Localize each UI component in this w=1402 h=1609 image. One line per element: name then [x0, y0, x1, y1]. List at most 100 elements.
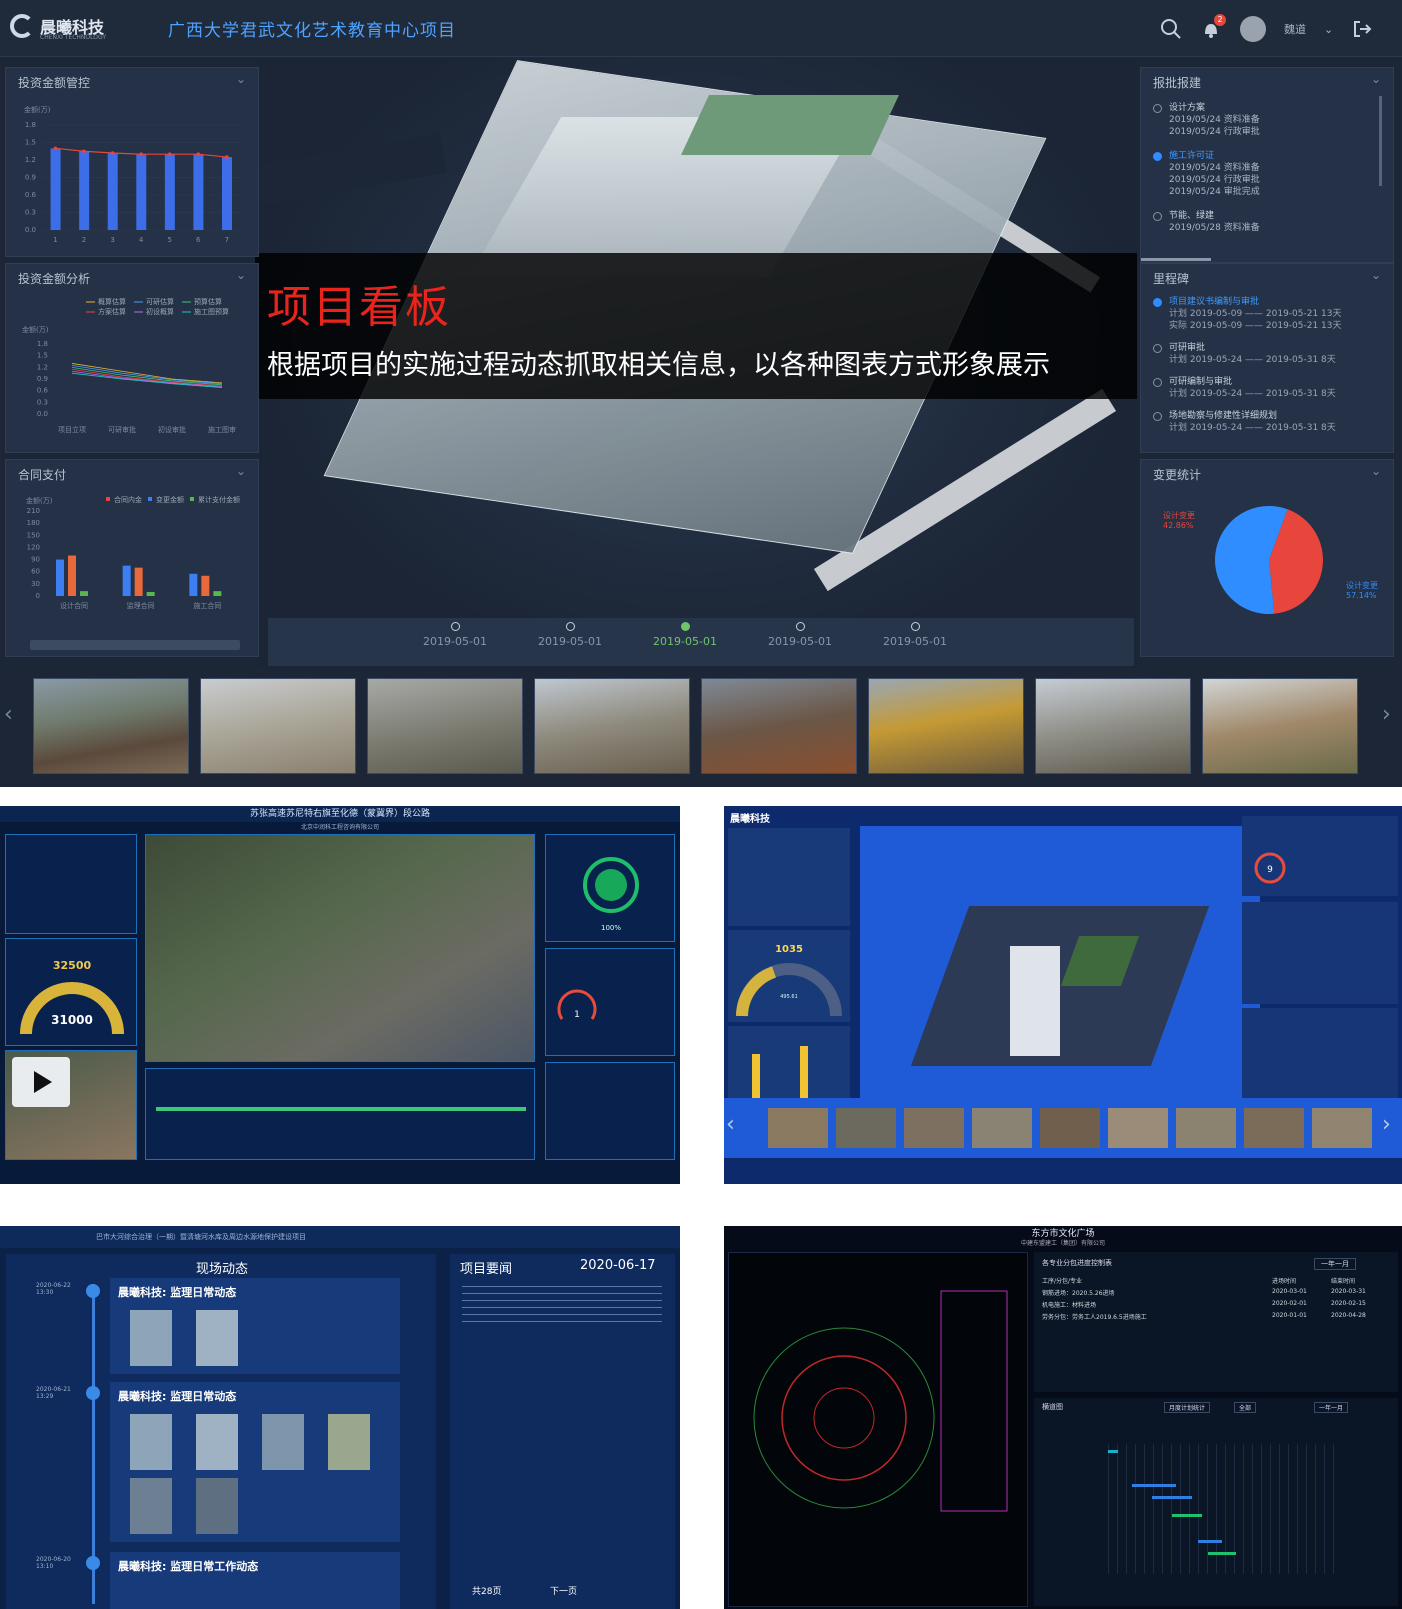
milestone-title: 可研审批	[1169, 343, 1206, 353]
news-entry[interactable]: 晨曦科技: 监理日常工作动态	[110, 1552, 400, 1609]
approval-item-title: 施工许可证	[1169, 151, 1215, 161]
milestone-box	[1242, 902, 1398, 1004]
chart-scrollbar[interactable]	[30, 640, 240, 650]
site-photo[interactable]	[367, 678, 523, 774]
timeline-date[interactable]: 2019-05-01	[525, 622, 615, 648]
site-photo[interactable]	[701, 678, 857, 774]
change-stats-panel: 变更统计 ⌄ 设计变更 42.86% 设计变更 57.14%	[1140, 459, 1394, 657]
entry-photo[interactable]	[196, 1414, 238, 1470]
site-photo[interactable]	[768, 1108, 828, 1148]
legend-label: 方案估算	[98, 307, 126, 316]
notification-bell-icon[interactable]: 2	[1200, 14, 1226, 40]
entry-photo[interactable]	[262, 1414, 304, 1470]
tick-label: 0	[36, 592, 40, 600]
table-cell: 2020-03-01	[1272, 1288, 1307, 1295]
legend-swatch	[106, 497, 110, 501]
gantt-period-select[interactable]: 一年一月	[1314, 1402, 1349, 1413]
chevron-down-icon[interactable]: ⌄	[236, 72, 246, 86]
chevron-down-icon[interactable]: ⌄	[1371, 268, 1381, 282]
timeline-date[interactable]: 2019-05-01	[640, 622, 730, 648]
approval-item[interactable]: 设计方案 2019/05/24 资料准备 2019/05/24 行政审批	[1153, 102, 1260, 138]
milestone-item[interactable]: 可研审批 计划 2019-05-24 —— 2019-05-31 8天	[1153, 342, 1336, 366]
notification-badge: 2	[1214, 14, 1226, 26]
search-icon[interactable]	[1160, 18, 1182, 40]
period-select[interactable]: 一年一月	[1314, 1258, 1356, 1270]
category-label: 监理合同	[127, 601, 155, 610]
chevron-down-icon[interactable]: ⌄	[236, 464, 246, 478]
entry-photo[interactable]	[130, 1310, 172, 1366]
news-entry[interactable]: 晨曦科技: 监理日常动态	[110, 1278, 400, 1374]
aerial-map[interactable]	[145, 834, 535, 1062]
entry-photo[interactable]	[196, 1310, 238, 1366]
date-timeline: 2019-05-01 2019-05-01 2019-05-01 2019-05-01…	[268, 618, 1134, 666]
approval-item[interactable]: 施工许可证 2019/05/24 资料准备 2019/05/24 行政审批 2019/…	[1153, 150, 1260, 198]
chevron-down-icon[interactable]: ⌄	[236, 268, 246, 282]
chevron-down-icon[interactable]: ⌄	[1324, 23, 1333, 36]
entry-photo[interactable]	[130, 1478, 172, 1534]
entry-time: 2020-06-21 13:29	[36, 1386, 71, 1400]
site-photo[interactable]	[33, 678, 189, 774]
logout-icon[interactable]	[1351, 18, 1373, 40]
user-name[interactable]: 魏道	[1284, 21, 1306, 37]
approval-item[interactable]: 节能、绿建 2019/05/28 资料准备	[1153, 210, 1260, 234]
avatar[interactable]	[1240, 16, 1266, 42]
category-label: 5	[167, 236, 171, 244]
status-dot	[1153, 298, 1162, 307]
next-page-button[interactable]: 下一页	[550, 1584, 577, 1597]
brand-logo[interactable]: 晨曦科技 CHENXI TECHNOLOGY	[10, 14, 106, 41]
news-panel: 项目要闻 2020-06-17 共28页 下一页	[450, 1254, 675, 1609]
floor-plan-view[interactable]	[728, 1252, 1028, 1607]
video-box[interactable]	[5, 1050, 137, 1160]
bar	[56, 559, 64, 596]
status-dot	[1153, 344, 1162, 353]
milestone-item[interactable]: 可研编制与审批 计划 2019-05-24 —— 2019-05-31 8天	[1153, 376, 1336, 400]
site-photo[interactable]	[1108, 1108, 1168, 1148]
chevron-down-icon[interactable]: ⌄	[1371, 72, 1381, 86]
next-arrow-icon[interactable]: ›	[1382, 1112, 1391, 1137]
prev-arrow-icon[interactable]: ‹	[4, 702, 13, 727]
timeline-date[interactable]: 2019-05-01	[870, 622, 960, 648]
entry-photo[interactable]	[196, 1478, 238, 1534]
site-photo[interactable]	[1244, 1108, 1304, 1148]
city-model-view[interactable]	[860, 826, 1260, 1116]
site-photo[interactable]	[1176, 1108, 1236, 1148]
table-cell: 2020-03-31	[1331, 1288, 1366, 1295]
tick-label: 0.3	[25, 209, 36, 217]
site-photo[interactable]	[904, 1108, 964, 1148]
site-photo[interactable]	[1312, 1108, 1372, 1148]
status-dot	[1153, 378, 1162, 387]
milestone-item[interactable]: 场地勘察与修建性详细规划 计划 2019-05-24 —— 2019-05-31 …	[1153, 410, 1336, 434]
timeline-date[interactable]: 2019-05-01	[410, 622, 500, 648]
site-photo[interactable]	[868, 678, 1024, 774]
site-photo[interactable]	[1202, 678, 1358, 774]
timeline-dot	[86, 1284, 100, 1298]
tick-label: 0.3	[37, 398, 48, 406]
timeline-date[interactable]: 2019-05-01	[755, 622, 845, 648]
play-video-icon[interactable]	[12, 1057, 70, 1107]
scrollbar[interactable]	[1379, 96, 1382, 186]
milestone-item[interactable]: 项目建议书编制与审批 计划 2019-05-09 —— 2019-05-21 13…	[1153, 296, 1342, 332]
progress-percent: 100%	[601, 924, 621, 932]
bim-dashboard-screenshot: 晨曦科技 1035 495.61 9 ‹ ›	[724, 806, 1402, 1184]
table-cell: 钢筋进场：2020.5.26进场	[1042, 1290, 1115, 1297]
legend-label: 初设概算	[146, 307, 174, 316]
y-axis-label: 金额(万)	[24, 105, 51, 114]
entry-photo[interactable]	[328, 1414, 370, 1470]
tick-label: 0.9	[37, 375, 48, 383]
gantt-scope-select[interactable]: 全部	[1234, 1402, 1257, 1413]
next-arrow-icon[interactable]: ›	[1382, 702, 1391, 727]
gantt-filter-select[interactable]: 月度计划统计	[1164, 1402, 1211, 1413]
site-photo[interactable]	[200, 678, 356, 774]
site-photo[interactable]	[836, 1108, 896, 1148]
approval-panel: 报批报建 ⌄ 设计方案 2019/05/24 资料准备 2019/05/24 行政审…	[1140, 67, 1394, 263]
site-photo[interactable]	[972, 1108, 1032, 1148]
site-photo[interactable]	[1040, 1108, 1100, 1148]
prev-arrow-icon[interactable]: ‹	[726, 1112, 735, 1137]
news-entry[interactable]: 晨曦科技: 监理日常动态	[110, 1382, 400, 1542]
timeline-dot	[450, 622, 460, 631]
site-photo[interactable]	[534, 678, 690, 774]
site-photo[interactable]	[1035, 678, 1191, 774]
entry-photo[interactable]	[130, 1414, 172, 1470]
chevron-down-icon[interactable]: ⌄	[1371, 464, 1381, 478]
info-box	[5, 834, 137, 934]
